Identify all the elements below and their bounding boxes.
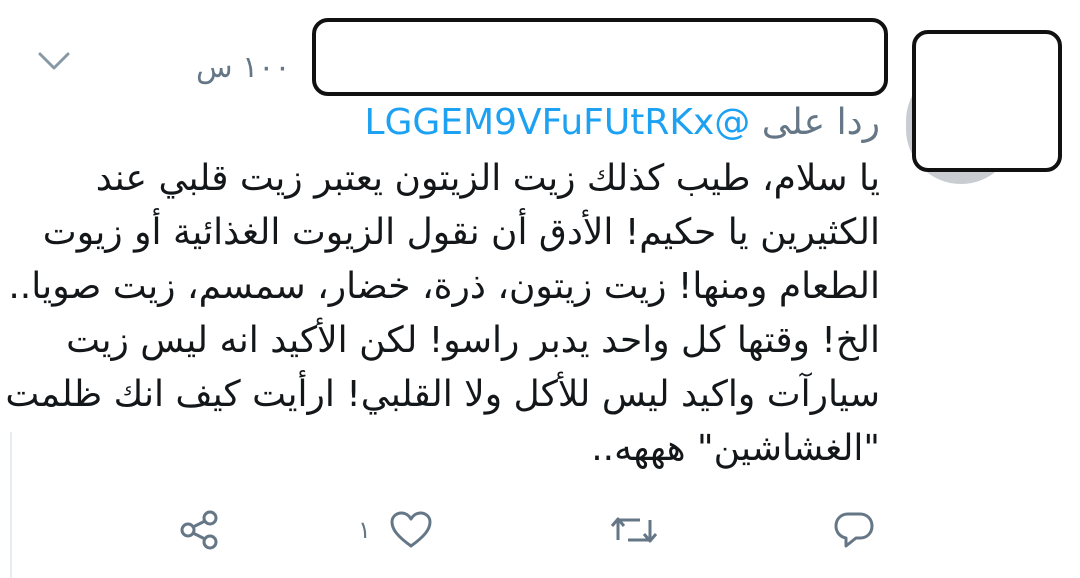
tweet-body-line: الخ! وقتها كل واحد يدبر راسو! لكن الأكيد…: [66, 320, 880, 361]
like-button[interactable]: ١: [358, 500, 433, 560]
tweet-action-bar: ١: [0, 500, 1080, 560]
like-count: ١: [358, 516, 371, 544]
tweet-body-line: يا سلام، طيب كذلك زيت الزيتون يعتبر زيت …: [95, 158, 880, 199]
share-button[interactable]: [178, 500, 222, 560]
replying-to: ردا على @LGGEM9VFuFUtRKx: [364, 96, 880, 150]
heart-icon: [389, 510, 433, 550]
tweet-body-line: سيارآت واكيد ليس للأكل ولا القلبي! ارأيت…: [5, 374, 880, 415]
tweet-body-line: الطعام ومنها! زيت زيتون، ذرة، خضار، سمسم…: [8, 266, 880, 307]
avatar-redaction[interactable]: [912, 30, 1062, 172]
reply-button[interactable]: [832, 500, 876, 560]
tweet-body: يا سلام، طيب كذلك زيت الزيتون يعتبر زيت …: [5, 152, 880, 476]
author-name-redaction[interactable]: [312, 18, 888, 96]
retweet-button[interactable]: [610, 500, 658, 560]
share-icon: [178, 508, 222, 552]
retweet-icon: [610, 510, 658, 550]
tweet-body-line: الكثيرين يا حكيم! الأدق أن نقول الزيوت ا…: [42, 212, 880, 253]
tweet-timestamp[interactable]: ١٠٠ س: [196, 44, 291, 92]
replying-to-label: ردا على: [761, 102, 880, 143]
tweet-card[interactable]: ١٠٠ س ردا على @LGGEM9VFuFUtRKx يا سلام، …: [0, 0, 1080, 578]
tweet-body-line: "الغشاشين" هههه..: [591, 428, 880, 469]
more-options-chevron-down-icon[interactable]: [36, 46, 72, 74]
reply-icon: [832, 508, 876, 552]
replying-to-handle-link[interactable]: @LGGEM9VFuFUtRKx: [364, 102, 750, 143]
